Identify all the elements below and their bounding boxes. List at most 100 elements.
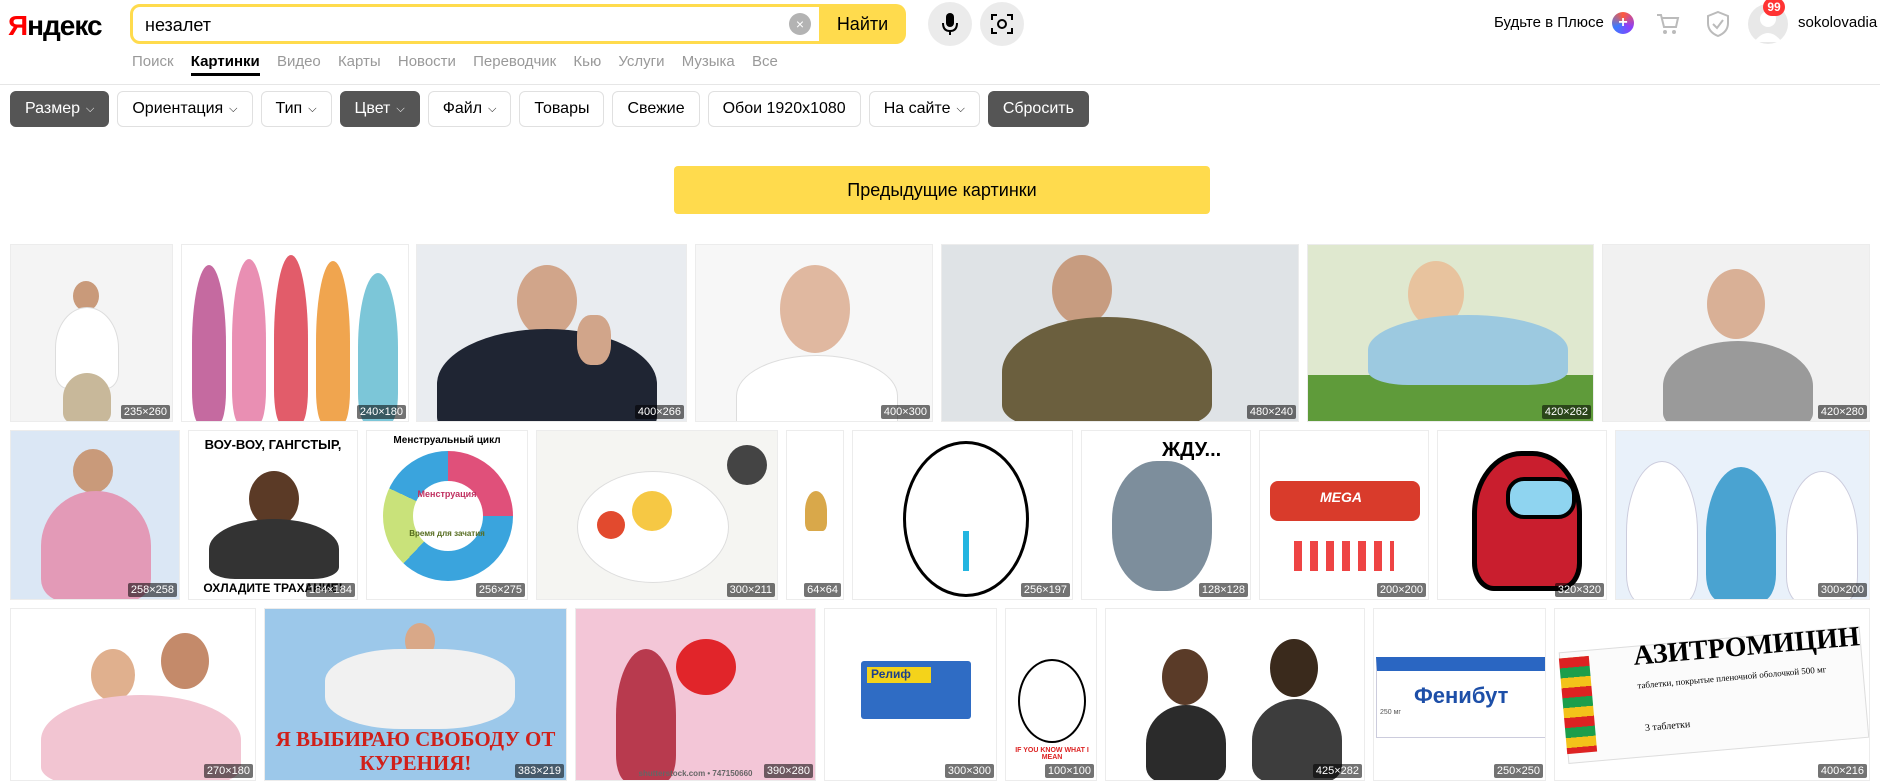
nav-translate[interactable]: Переводчик <box>473 53 556 70</box>
search-box: × Найти <box>130 4 906 44</box>
image-size-label: 270×180 <box>203 764 253 778</box>
image-figure <box>517 265 577 337</box>
filter-size[interactable]: Размер ⌵ <box>10 91 110 127</box>
image-figure <box>325 649 515 729</box>
filter-fresh[interactable]: Свежие <box>612 91 700 127</box>
image-figure <box>1707 269 1765 339</box>
image-figure <box>91 649 135 701</box>
image-thumbnail[interactable]: 320×320 <box>1437 430 1607 600</box>
image-figure <box>437 329 657 421</box>
image-size-label: 258×258 <box>127 583 177 597</box>
reset-filters-button[interactable]: Сбросить <box>987 91 1089 127</box>
filter-orientation[interactable]: Ориентация ⌵ <box>117 91 253 127</box>
nav-search[interactable]: Поиск <box>132 53 174 70</box>
nav-images[interactable]: Картинки <box>190 53 260 76</box>
image-figure <box>903 441 1029 597</box>
image-size-label: 184×184 <box>305 583 355 597</box>
image-thumbnail[interactable]: Менструальный цикл Менструация Время для… <box>366 430 528 600</box>
image-thumbnail[interactable]: 235×260 <box>10 244 173 422</box>
filter-color[interactable]: Цвет ⌵ <box>339 91 420 127</box>
image-size-label: 256×275 <box>475 583 525 597</box>
image-figure <box>316 261 350 421</box>
image-darts <box>1294 541 1394 571</box>
filter-type[interactable]: Тип ⌵ <box>260 91 332 127</box>
product-dose: 250 мг <box>1380 709 1401 716</box>
image-thumbnail[interactable]: MEGA 200×200 <box>1259 430 1429 600</box>
nav-all[interactable]: Все <box>752 53 778 70</box>
nav-q[interactable]: Кью <box>573 53 601 70</box>
image-size-label: 250×250 <box>1493 764 1543 778</box>
nav-video[interactable]: Видео <box>277 53 321 70</box>
voice-search-button[interactable] <box>928 2 972 46</box>
image-thumbnail[interactable]: 480×240 <box>941 244 1299 422</box>
image-size-label: 200×200 <box>1376 583 1426 597</box>
image-thumbnail[interactable]: АЗИТРОМИЦИН таблетки, покрытые пленочной… <box>1554 608 1870 781</box>
image-thumbnail[interactable]: 256×197 <box>852 430 1073 600</box>
nav-maps[interactable]: Карты <box>338 53 381 70</box>
search-input[interactable] <box>143 7 787 43</box>
image-figure <box>358 273 398 421</box>
image-thumbnail[interactable]: 240×180 <box>181 244 409 422</box>
filter-on-site[interactable]: На сайте ⌵ <box>868 91 980 127</box>
clear-search-button[interactable]: × <box>789 13 811 35</box>
image-thumbnail[interactable]: 258×258 <box>10 430 180 600</box>
plus-icon[interactable] <box>1612 12 1634 34</box>
username[interactable]: sokolovadia <box>1798 14 1877 31</box>
search-button[interactable]: Найти <box>819 4 906 44</box>
image-figure <box>1146 705 1226 780</box>
image-thumbnail[interactable]: 420×262 <box>1307 244 1594 422</box>
plus-promo-link[interactable]: Будьте в Плюсе <box>1494 14 1604 31</box>
image-figure <box>209 519 339 579</box>
image-size-label: 300×211 <box>726 583 775 597</box>
image-size-label: 64×64 <box>804 583 841 597</box>
chevron-down-icon: ⌵ <box>86 103 95 115</box>
image-figure <box>1052 255 1112 325</box>
filter-label: Размер <box>25 100 80 117</box>
logo-rest: ндекс <box>27 10 102 41</box>
image-search-button[interactable] <box>980 2 1024 46</box>
meme-text: ЖДУ... <box>1162 439 1222 461</box>
chevron-down-icon: ⌵ <box>396 103 405 115</box>
filter-products[interactable]: Товары <box>519 91 605 127</box>
nav-news[interactable]: Новости <box>398 53 456 70</box>
image-thumbnail[interactable]: Релиф 300×300 <box>824 608 997 781</box>
image-thumbnail[interactable]: 300×200 <box>1615 430 1870 600</box>
filter-label: На сайте <box>883 100 951 117</box>
filter-wallpapers[interactable]: Обои 1920x1080 <box>707 91 861 127</box>
image-size-label: 400×216 <box>1817 764 1867 778</box>
blaster-text: MEGA <box>1320 489 1362 505</box>
image-visor <box>1506 477 1576 519</box>
service-nav: Поиск Картинки Видео Карты Новости Перев… <box>132 53 791 76</box>
filter-file[interactable]: Файл ⌵ <box>427 91 512 127</box>
image-size-label: 300×300 <box>944 764 994 778</box>
cart-icon[interactable] <box>1656 12 1680 36</box>
notification-badge: 99 <box>1763 0 1785 16</box>
filter-label: Файл <box>442 100 483 117</box>
image-thumbnail[interactable]: 270×180 <box>10 608 256 781</box>
microphone-icon <box>942 13 958 35</box>
image-thumbnail[interactable]: 420×280 <box>1602 244 1870 422</box>
image-thumbnail[interactable]: Фенибут 250 мг 250×250 <box>1373 608 1546 781</box>
image-figure <box>1002 317 1212 421</box>
image-figure <box>1162 649 1208 705</box>
image-thumbnail[interactable]: 425×282 <box>1105 608 1365 781</box>
image-thumbnail[interactable]: Я ВЫБИРАЮ СВОБОДУ ОТ КУРЕНИЯ! 383×219 <box>264 608 567 781</box>
nav-services[interactable]: Услуги <box>618 53 664 70</box>
nav-music[interactable]: Музыка <box>682 53 735 70</box>
shield-icon[interactable] <box>1706 11 1730 37</box>
image-figure <box>73 449 113 493</box>
image-thumbnail[interactable]: 400×300 <box>695 244 933 422</box>
previous-images-button[interactable]: Предыдущие картинки <box>674 166 1210 214</box>
filter-label: Цвет <box>354 100 391 117</box>
image-thumbnail[interactable]: shutterstock.com • 747150660 390×280 <box>575 608 816 781</box>
image-thumbnail[interactable]: ЖДУ... 128×128 <box>1081 430 1251 600</box>
heart-icon <box>676 639 736 695</box>
image-thumbnail[interactable]: IF YOU KNOW WHAT I MEAN 100×100 <box>1005 608 1097 781</box>
yandex-logo[interactable]: Яндекс <box>8 10 103 42</box>
image-thumbnail[interactable]: 400×266 <box>416 244 687 422</box>
cycle-title: Менструальный цикл <box>393 435 501 446</box>
image-figure <box>192 265 226 421</box>
image-thumbnail[interactable]: ВОУ-ВОУ, ГАНГСТЫР, ОХЛАДИТЕ ТРАХАНИЕ! 18… <box>188 430 358 600</box>
image-thumbnail[interactable]: 300×211 <box>536 430 778 600</box>
image-thumbnail[interactable]: 64×64 <box>786 430 844 600</box>
